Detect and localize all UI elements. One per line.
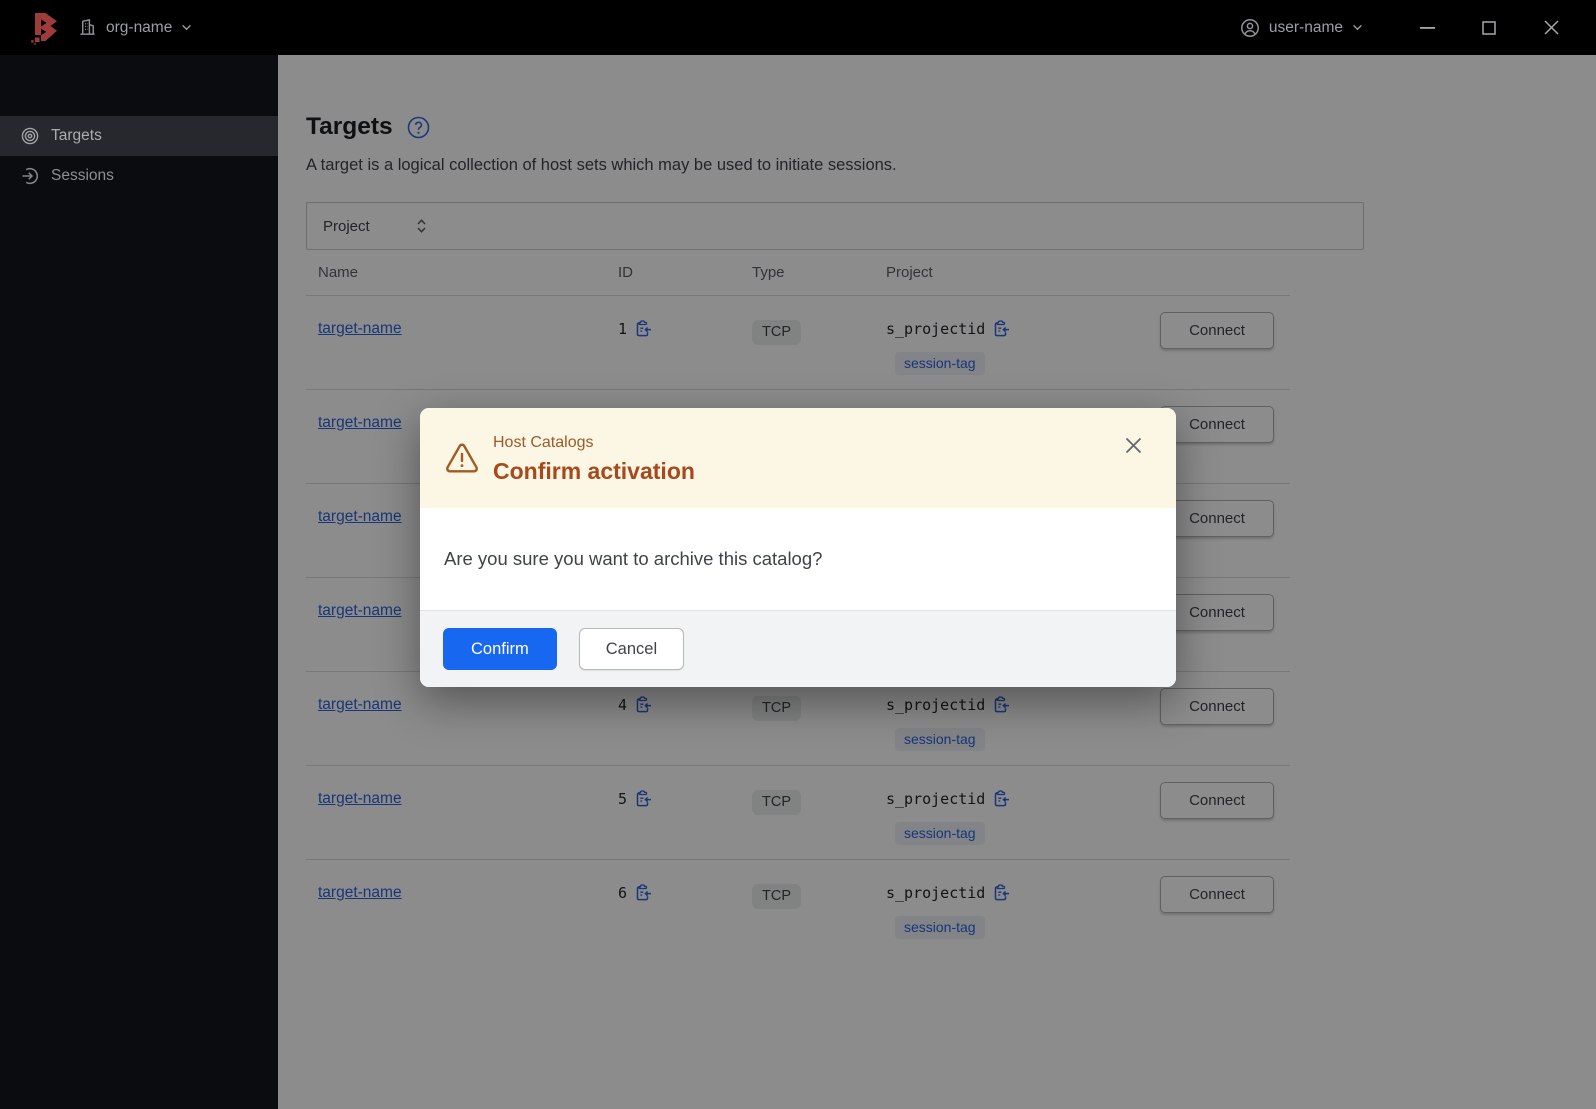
window-minimize-button[interactable]: [1407, 8, 1447, 48]
building-icon: [80, 19, 95, 35]
close-icon: [1543, 20, 1559, 35]
sidebar-item-targets[interactable]: Targets: [0, 116, 278, 156]
sidebar-item-sessions[interactable]: Sessions: [0, 156, 278, 196]
target-bullseye-icon: [21, 127, 39, 145]
sidebar: Targets Sessions: [0, 55, 278, 1109]
dialog-title: Confirm activation: [493, 458, 695, 484]
cancel-button[interactable]: Cancel: [578, 628, 685, 670]
dialog-header: Host Catalogs Confirm activation: [420, 408, 1176, 508]
confirm-dialog: Host Catalogs Confirm activation Are you…: [420, 408, 1176, 687]
alert-triangle-icon: [446, 443, 478, 473]
org-name-label: org-name: [106, 18, 173, 36]
org-switcher[interactable]: org-name: [78, 18, 192, 37]
account-circle-icon: [1240, 18, 1259, 37]
user-name-label: user-name: [1268, 18, 1343, 36]
session-arrow-icon: [22, 167, 39, 185]
dialog-message: Are you sure you want to archive this ca…: [444, 548, 823, 569]
window-close-button[interactable]: [1531, 8, 1571, 48]
titlebar: org-name user-name: [0, 0, 1596, 55]
sidebar-item-label: Targets: [51, 127, 102, 144]
dialog-context-label: Host Catalogs: [493, 434, 594, 451]
chevron-down-icon: [1353, 24, 1362, 31]
minimize-icon: [1419, 26, 1435, 29]
boundary-logo-icon: [28, 11, 60, 45]
dialog-close-button[interactable]: [1120, 432, 1146, 458]
window-maximize-button[interactable]: [1469, 8, 1509, 48]
confirm-button[interactable]: Confirm: [443, 628, 557, 670]
dialog-footer: Confirm Cancel: [420, 610, 1176, 687]
close-icon: [1125, 437, 1141, 453]
sidebar-item-label: Sessions: [51, 167, 114, 184]
chevron-down-icon: [182, 24, 192, 31]
maximize-icon: [1482, 20, 1496, 35]
user-menu[interactable]: user-name: [1240, 18, 1363, 38]
